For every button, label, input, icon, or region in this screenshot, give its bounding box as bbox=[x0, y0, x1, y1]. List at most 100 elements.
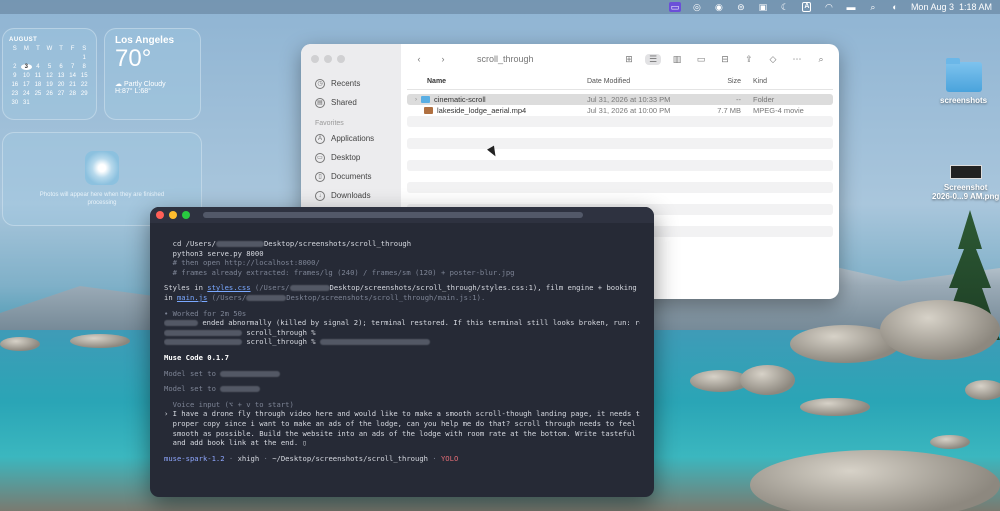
input-source-icon[interactable]: A bbox=[801, 2, 813, 12]
calendar-day: 2 bbox=[13, 64, 17, 70]
prompt-text: and add book link at the end. ▯ bbox=[164, 438, 307, 448]
group-icon[interactable]: ⊟ bbox=[717, 54, 733, 65]
column-header-name[interactable]: Name bbox=[407, 78, 587, 85]
status-mode: YOLO bbox=[440, 453, 459, 463]
styles-link[interactable]: styles.css bbox=[207, 283, 250, 292]
target-icon[interactable]: ◎ bbox=[691, 2, 703, 12]
wallpaper-rock bbox=[800, 398, 870, 416]
calendar-day: 12 bbox=[46, 73, 53, 79]
terminal-text: • Worked for 2m 50s bbox=[164, 308, 247, 318]
list-view-icon[interactable]: ☰ bbox=[645, 53, 661, 65]
folder-icon bbox=[945, 58, 982, 92]
empty-row bbox=[407, 160, 833, 171]
icon-view-icon[interactable]: ⊞ bbox=[621, 54, 637, 65]
weather-condition-text: Partly Cloudy bbox=[123, 81, 166, 88]
prompt-line[interactable]: smooth as possible. Build the website in… bbox=[164, 429, 640, 439]
empty-row bbox=[407, 171, 833, 182]
desktop-icon: ▭ bbox=[315, 152, 325, 163]
calendar-weekday: M bbox=[23, 46, 29, 52]
terminal-titlebar bbox=[150, 207, 654, 223]
desktop-folder-screenshots[interactable]: screenshots bbox=[940, 58, 988, 105]
menubar-clock[interactable]: Mon Aug 3 1:18 AM bbox=[911, 2, 992, 12]
calendar-day bbox=[32, 55, 44, 61]
column-header-date[interactable]: Date Modified bbox=[587, 78, 693, 85]
main-js-link[interactable]: main.js bbox=[177, 293, 207, 302]
redacted-text bbox=[164, 339, 242, 346]
sidebar-item-downloads[interactable]: ↓ Downloads bbox=[301, 186, 401, 205]
terminal-output[interactable]: cd /Users/Desktop/screenshots/scroll_thr… bbox=[150, 223, 654, 463]
sidebar-item-label: Downloads bbox=[331, 191, 371, 200]
wifi-icon[interactable]: ◠ bbox=[823, 2, 835, 12]
calendar-day: 6 bbox=[59, 64, 63, 70]
redacted-text bbox=[220, 370, 281, 377]
video-file-icon bbox=[424, 107, 433, 114]
finder-minimize-button[interactable] bbox=[324, 55, 332, 63]
gallery-view-icon[interactable]: ▭ bbox=[693, 54, 709, 65]
prompt-line[interactable]: › I have a drone fly through video here … bbox=[164, 409, 640, 419]
sidebar-item-shared[interactable]: ▤ Shared bbox=[301, 93, 401, 112]
wallpaper-rock bbox=[965, 380, 1000, 400]
column-view-icon[interactable]: ▥ bbox=[669, 54, 685, 65]
control-center-icon[interactable]: ◐ bbox=[889, 2, 901, 12]
prompt-line[interactable]: proper copy since i want to make an ads … bbox=[164, 419, 640, 429]
screen-record-icon[interactable]: ▭ bbox=[668, 2, 681, 12]
desktop-screenshot-file[interactable]: Screenshot 2026-0...9 AM.png bbox=[932, 165, 999, 201]
sidebar-item-desktop[interactable]: ▭ Desktop bbox=[301, 148, 401, 167]
clipboard-icon[interactable]: ▣ bbox=[757, 2, 769, 12]
calendar-day: 22 bbox=[80, 82, 88, 88]
prompt-text: smooth as possible. Build the website in… bbox=[164, 428, 640, 438]
redacted-text bbox=[215, 241, 264, 247]
calendar-day bbox=[44, 55, 56, 61]
search-icon[interactable]: ⌕ bbox=[867, 2, 879, 12]
download-icon: ↓ bbox=[315, 190, 325, 201]
prompt-line[interactable]: and add book link at the end. ▯ bbox=[164, 438, 640, 448]
battery-icon[interactable]: ▬ bbox=[845, 2, 857, 12]
share-icon[interactable]: ⇪ bbox=[741, 54, 757, 65]
terminal-zoom-button[interactable] bbox=[182, 211, 190, 219]
sidebar-item-applications[interactable]: A Applications bbox=[301, 129, 401, 148]
terminal-line: cd /Users/Desktop/screenshots/scroll_thr… bbox=[164, 239, 640, 249]
wallpaper-rock bbox=[930, 435, 970, 449]
forward-chevron-icon[interactable]: › bbox=[435, 54, 451, 64]
tag-icon[interactable]: ◇ bbox=[765, 54, 781, 65]
desktop-screenshot-label-2: 2026-0...9 AM.png bbox=[932, 192, 1000, 201]
column-header-kind[interactable]: Kind bbox=[749, 78, 833, 85]
photos-flower-icon bbox=[85, 151, 119, 185]
search-icon[interactable]: ⌕ bbox=[813, 54, 829, 65]
redacted-text bbox=[164, 329, 242, 336]
file-row[interactable]: › cinematic-scroll Jul 31, 2026 at 10:33 … bbox=[407, 94, 833, 105]
finder-close-button[interactable] bbox=[311, 55, 319, 63]
calendar-widget[interactable]: AUGUST S M T W T F S 1 2 3 4 5 6 7 8 9 10 11 12 13 14 15 16 17 1… bbox=[2, 28, 97, 120]
empty-row bbox=[407, 182, 833, 193]
weather-widget[interactable]: Los Angeles 70° ☁ Partly Cloudy H:87° L:… bbox=[104, 28, 201, 120]
terminal-text: scroll_through % bbox=[246, 327, 316, 337]
calendar-day: 25 bbox=[34, 91, 42, 97]
terminal-line: # then open http://localhost:8000/ bbox=[164, 258, 640, 268]
terminal-text: # then open http://localhost:8000/ bbox=[172, 258, 320, 268]
terminal-close-button[interactable] bbox=[156, 211, 164, 219]
calendar-day: 16 bbox=[11, 82, 19, 88]
terminal-window[interactable]: cd /Users/Desktop/screenshots/scroll_thr… bbox=[150, 207, 654, 497]
sidebar-item-documents[interactable]: ▯ Documents bbox=[301, 167, 401, 186]
file-row[interactable]: lakeside_lodge_aerial.mp4 Jul 31, 2026 a… bbox=[407, 105, 833, 116]
calendar-day: 7 bbox=[70, 64, 75, 70]
column-header-size[interactable]: Size bbox=[693, 78, 749, 85]
back-chevron-icon[interactable]: ‹ bbox=[411, 54, 427, 64]
empty-row bbox=[407, 193, 833, 204]
terminal-minimize-button[interactable] bbox=[169, 211, 177, 219]
calendar-day: 8 bbox=[82, 64, 86, 70]
terminal-text: Model set to bbox=[164, 368, 216, 378]
terminal-line: Muse Code 0.1.7 bbox=[164, 353, 640, 363]
moon-icon[interactable]: ☾ bbox=[779, 2, 791, 12]
finder-zoom-button[interactable] bbox=[337, 55, 345, 63]
sidebar-item-recents[interactable]: ◷ Recents bbox=[301, 74, 401, 93]
terminal-line: • Worked for 2m 50s bbox=[164, 309, 640, 319]
calendar-day: 20 bbox=[57, 82, 65, 88]
disclosure-chevron-icon[interactable]: › bbox=[415, 97, 417, 103]
camera-icon[interactable]: ◉ bbox=[713, 2, 725, 12]
desktop-folder-label: screenshots bbox=[940, 96, 988, 105]
more-icon[interactable]: ⋯ bbox=[789, 54, 805, 65]
finder-title: scroll_through bbox=[477, 54, 534, 64]
terminal-text: (/Users/ bbox=[250, 283, 290, 293]
lock-icon[interactable]: ⊜ bbox=[735, 2, 747, 12]
